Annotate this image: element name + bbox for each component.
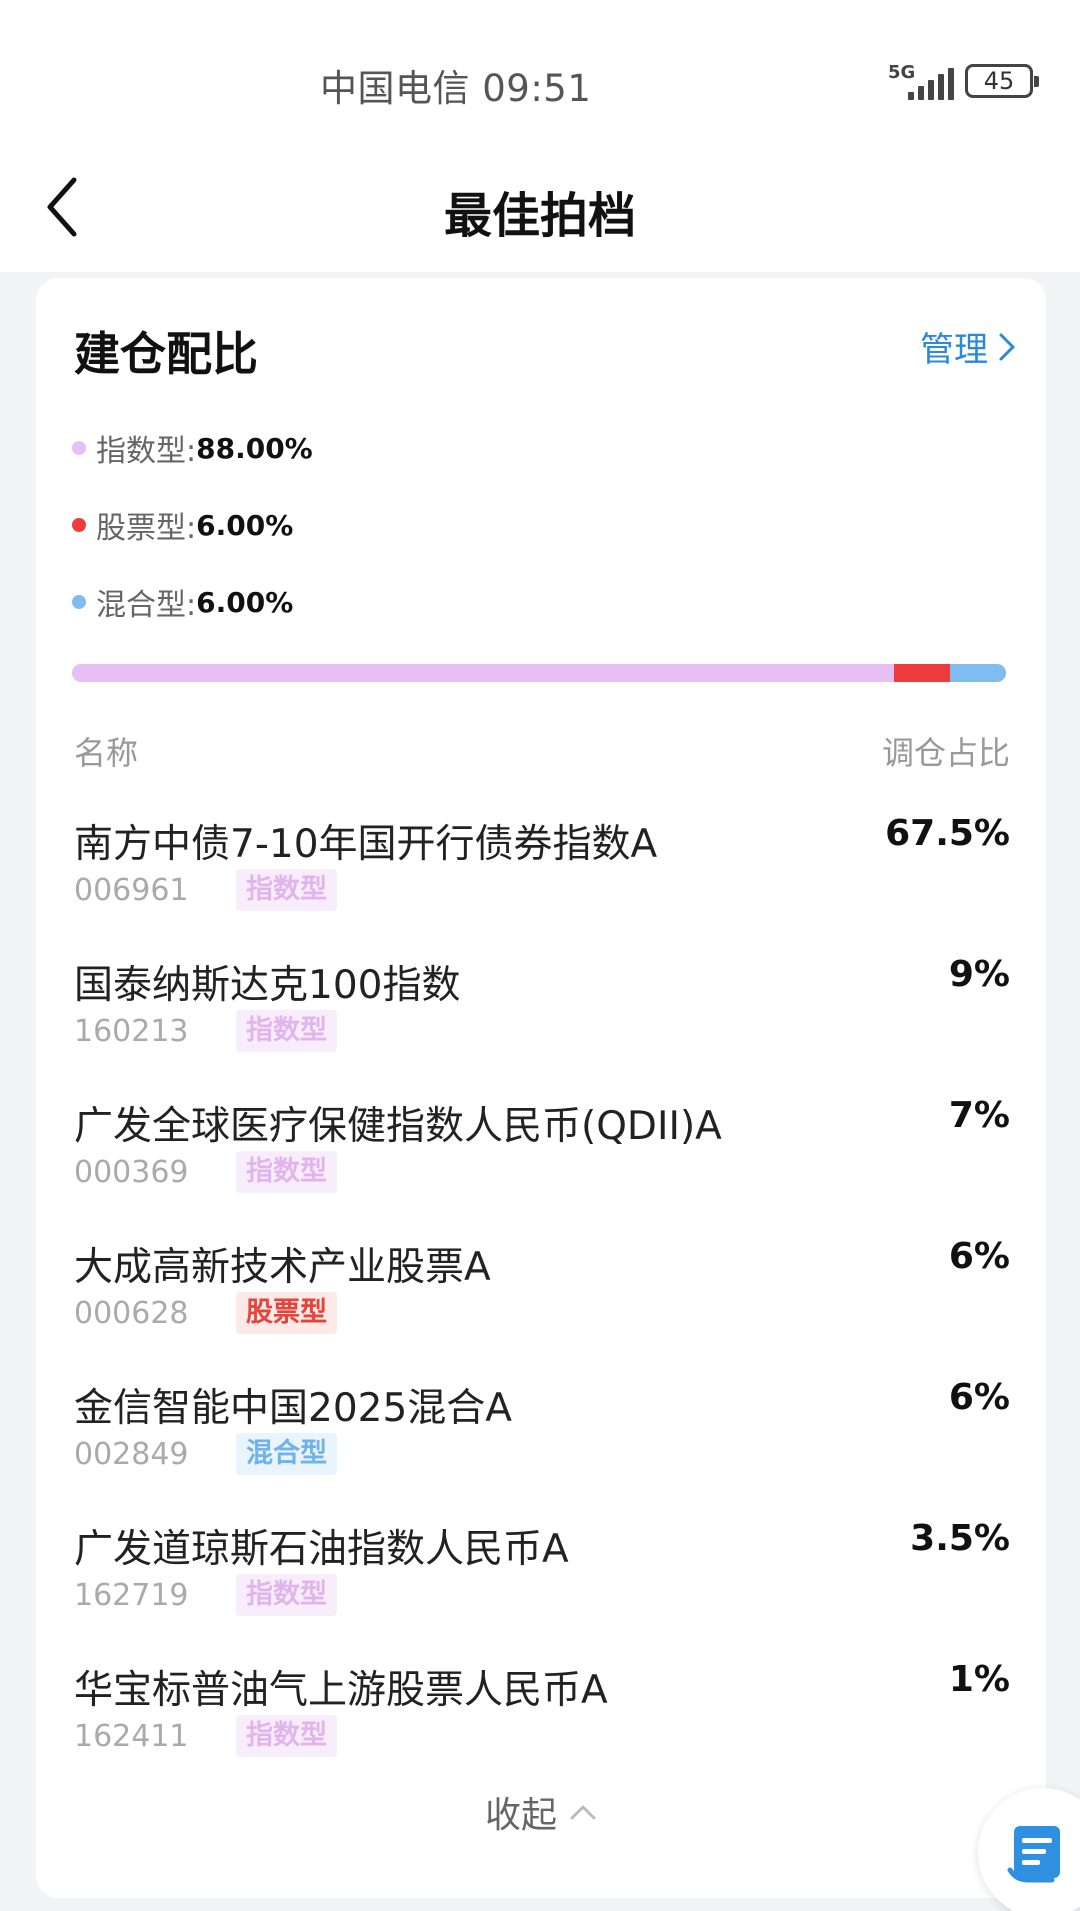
fund-type-tag: 指数型: [236, 1010, 337, 1052]
fund-ratio: 6%: [948, 1236, 1010, 1277]
fund-row[interactable]: 国泰纳斯达克100指数 9% 160213 指数型: [74, 954, 1010, 1095]
manage-link[interactable]: 管理: [920, 322, 1016, 371]
fund-ratio: 1%: [948, 1659, 1010, 1700]
fund-ratio: 67.5%: [885, 813, 1010, 854]
fund-code: 162719: [74, 1578, 189, 1613]
fund-type-tag: 混合型: [236, 1433, 337, 1475]
legend-dot: [72, 441, 86, 455]
fund-type-tag: 指数型: [236, 1715, 337, 1757]
fund-code: 000628: [74, 1296, 189, 1331]
collapse-label: 收起: [484, 1795, 557, 1836]
card-title: 建仓配比: [74, 327, 258, 381]
legend-label: 指数型:: [96, 434, 197, 469]
fund-row[interactable]: 金信智能中国2025混合A 6% 002849 混合型: [74, 1377, 1010, 1518]
fund-ratio: 3.5%: [910, 1518, 1010, 1559]
allocation-bar: [72, 664, 1006, 682]
allocation-card: 建仓配比 管理 指数型: 88.00% 股票型: 6.00% 混合型: 6.00…: [36, 278, 1046, 1898]
fund-name: 广发全球医疗保健指数人民币(QDII)A: [74, 1104, 722, 1149]
fund-type-tag: 指数型: [236, 1574, 337, 1616]
chevron-up-icon: [570, 1805, 596, 1820]
fund-row[interactable]: 南方中债7-10年国开行债券指数A 67.5% 006961 指数型: [74, 813, 1010, 954]
legend-item-mixed: 混合型: 6.00%: [72, 582, 313, 623]
fund-name: 广发道琼斯石油指数人民币A: [74, 1527, 569, 1572]
legend-item-index: 指数型: 88.00%: [72, 428, 313, 469]
fund-ratio: 6%: [948, 1377, 1010, 1418]
legend-value: 6.00%: [196, 585, 294, 619]
signal-icon: 5G: [888, 62, 958, 102]
fund-type-tag: 股票型: [236, 1292, 337, 1334]
fund-name: 华宝标普油气上游股票人民币A: [74, 1668, 608, 1713]
column-name: 名称: [74, 734, 139, 772]
fund-name: 大成高新技术产业股票A: [74, 1245, 491, 1290]
fund-list: 南方中债7-10年国开行债券指数A 67.5% 006961 指数型 国泰纳斯达…: [74, 813, 1010, 1800]
chevron-right-icon: [999, 333, 1015, 360]
fund-code: 160213: [74, 1014, 189, 1049]
legend-value: 88.00%: [196, 431, 313, 465]
list-header: 名称 调仓占比: [74, 728, 1010, 774]
allocation-legend: 指数型: 88.00% 股票型: 6.00% 混合型: 6.00%: [72, 428, 313, 659]
fund-code: 162411: [74, 1719, 189, 1754]
legend-value: 6.00%: [196, 508, 294, 542]
fund-code: 006961: [74, 873, 189, 908]
legend-label: 股票型:: [96, 511, 197, 546]
allocation-segment-index: [72, 664, 894, 682]
allocation-segment-stock: [893, 664, 950, 682]
legend-dot: [72, 518, 86, 532]
page-title: 最佳拍档: [443, 188, 636, 244]
fund-type-tag: 指数型: [236, 1151, 337, 1193]
fund-ratio: 9%: [948, 954, 1010, 995]
fund-code: 002849: [74, 1437, 189, 1472]
collapse-button[interactable]: 收起: [36, 1786, 1046, 1838]
column-ratio: 调仓占比: [881, 734, 1010, 772]
allocation-segment-mixed: [949, 664, 1006, 682]
fund-type-tag: 指数型: [236, 869, 337, 911]
legend-label: 混合型:: [96, 588, 197, 623]
status-bar: 中国电信 09:51 5G 45: [0, 0, 1080, 140]
fund-row[interactable]: 广发全球医疗保健指数人民币(QDII)A 7% 000369 指数型: [74, 1095, 1010, 1236]
fund-ratio: 7%: [948, 1095, 1010, 1136]
fund-row[interactable]: 广发道琼斯石油指数人民币A 3.5% 162719 指数型: [74, 1518, 1010, 1659]
carrier-time: 中国电信 09:51: [320, 67, 592, 110]
fund-code: 000369: [74, 1155, 189, 1190]
manage-label: 管理: [920, 330, 988, 370]
fund-name: 国泰纳斯达克100指数: [74, 963, 461, 1008]
nav-bar: 最佳拍档: [0, 140, 1080, 272]
legend-item-stock: 股票型: 6.00%: [72, 505, 313, 546]
fund-row[interactable]: 华宝标普油气上游股票人民币A 1% 162411 指数型: [74, 1659, 1010, 1800]
legend-dot: [72, 595, 86, 609]
fund-name: 金信智能中国2025混合A: [74, 1386, 512, 1431]
battery-icon: 45: [965, 64, 1039, 98]
document-list-icon: [1007, 1826, 1060, 1883]
fund-name: 南方中债7-10年国开行债券指数A: [74, 822, 658, 867]
fund-row[interactable]: 大成高新技术产业股票A 6% 000628 股票型: [74, 1236, 1010, 1377]
